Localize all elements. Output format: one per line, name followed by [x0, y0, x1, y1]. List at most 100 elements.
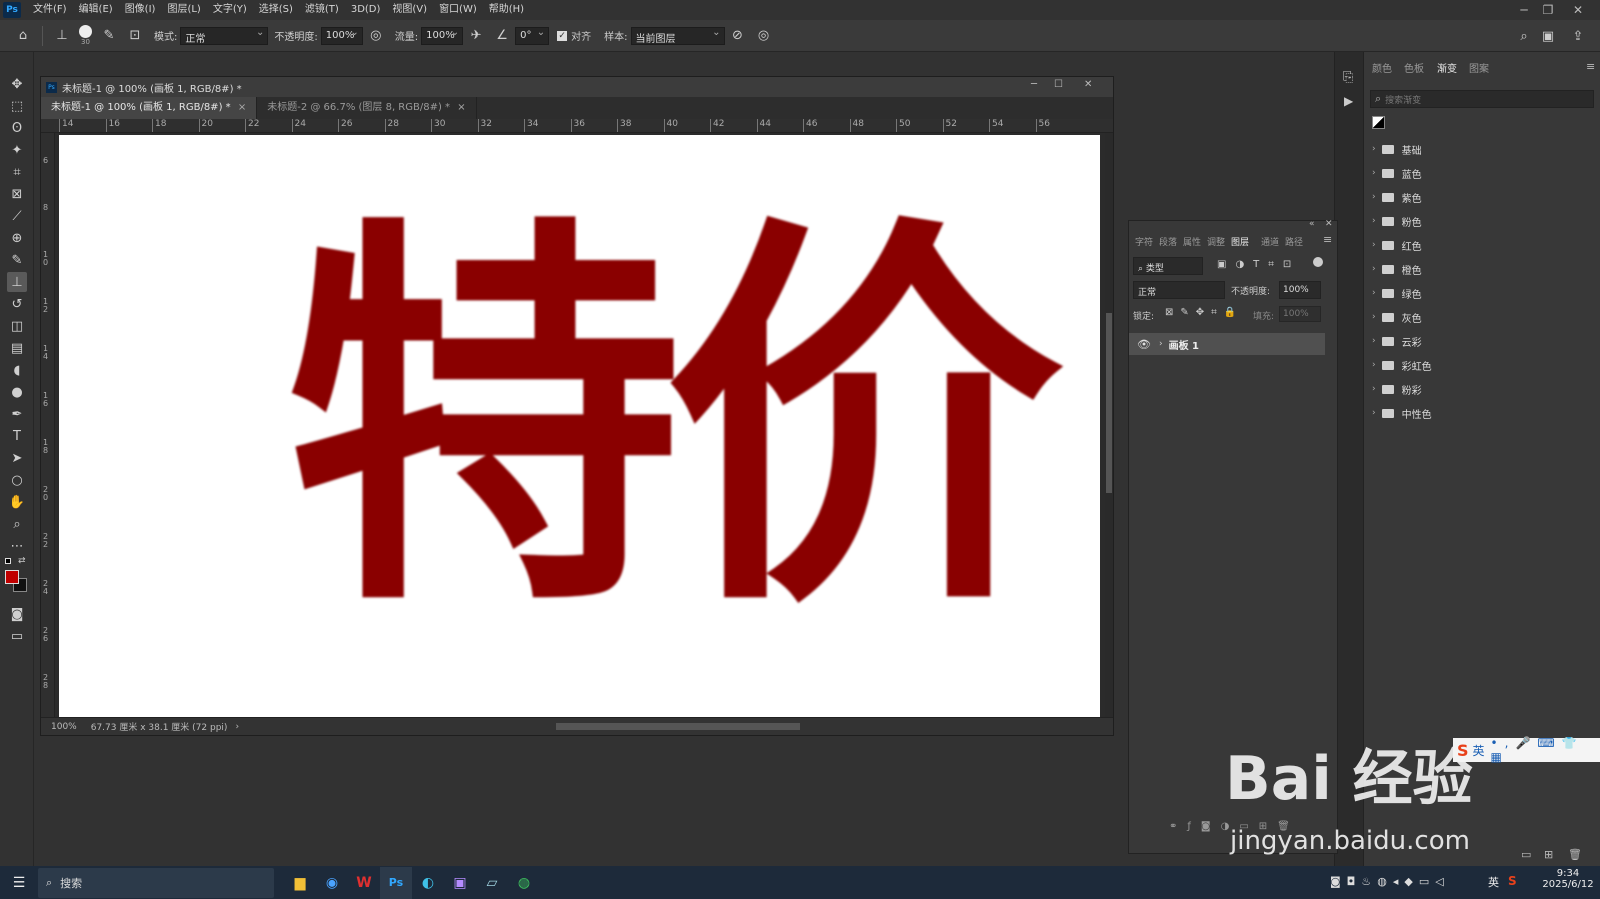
tab-paragraph[interactable]: 段落: [1159, 235, 1177, 248]
menu-filter[interactable]: 滤镜(T): [299, 0, 345, 20]
menu-type[interactable]: 文字(Y): [207, 0, 253, 20]
menu-help[interactable]: 帮助(H): [483, 0, 530, 20]
clock[interactable]: 9:34 2025/6/12: [1540, 868, 1596, 890]
tab-adjustments[interactable]: 调整: [1207, 235, 1225, 248]
brush-settings-icon[interactable]: ✎: [98, 25, 120, 47]
photoshop-taskbar-icon[interactable]: Ps: [380, 866, 412, 899]
gradient-folder[interactable]: › 中性色: [1372, 404, 1432, 422]
pressure-size-icon[interactable]: ◎: [753, 25, 775, 47]
dodge-tool-icon[interactable]: ●: [7, 382, 27, 402]
gradient-folder[interactable]: › 红色: [1372, 236, 1422, 254]
doc-minimize-icon[interactable]: ─: [1031, 79, 1037, 90]
menu-edit[interactable]: 编辑(E): [73, 0, 119, 20]
hand-tool-icon[interactable]: ✋: [7, 492, 27, 512]
history-icon[interactable]: ⎘: [1343, 70, 1353, 85]
gradient-folder[interactable]: › 云彩: [1372, 332, 1422, 350]
tab-properties[interactable]: 属性: [1183, 235, 1201, 248]
tab-channels[interactable]: 通道: [1261, 235, 1279, 248]
flow-input[interactable]: 100%: [421, 26, 464, 45]
media-app-icon[interactable]: ▣: [444, 867, 476, 899]
gradient-search[interactable]: ⌕ 搜索渐变: [1370, 90, 1594, 108]
clone-stamp-tool-icon[interactable]: ⊥: [7, 272, 27, 292]
wechat-icon[interactable]: ◍: [508, 867, 540, 899]
tab-patterns[interactable]: 图案: [1469, 60, 1489, 75]
share-icon[interactable]: ⇪: [1567, 25, 1589, 47]
panel-menu-icon[interactable]: ≡: [1586, 60, 1595, 73]
new-gradient-icon[interactable]: ⊞: [1544, 848, 1553, 861]
path-selection-icon[interactable]: ➤: [7, 448, 27, 468]
sample-select[interactable]: 当前图层: [630, 26, 725, 45]
visibility-eye-icon[interactable]: 👁: [1137, 338, 1151, 351]
layer-row[interactable]: 👁 › 画板 1: [1129, 333, 1325, 355]
gradient-folder[interactable]: › 灰色: [1372, 308, 1422, 326]
gradient-folder[interactable]: › 基础: [1372, 140, 1422, 158]
gradient-folder[interactable]: › 粉彩: [1372, 380, 1422, 398]
system-tray-icons[interactable]: ◙◘♨◍◂◆▭◁: [1330, 875, 1450, 888]
tab-layers[interactable]: 图层: [1231, 235, 1249, 248]
brush-tool-icon[interactable]: ✎: [7, 250, 27, 270]
menu-window[interactable]: 窗口(W): [433, 0, 483, 20]
eraser-tool-icon[interactable]: ◫: [7, 316, 27, 336]
quick-mask-icon[interactable]: ◙: [7, 604, 27, 624]
taskbar-lang[interactable]: 英: [1488, 874, 1499, 890]
delete-icon[interactable]: 🗑: [1568, 848, 1582, 861]
clone-source-icon[interactable]: ⊡: [124, 25, 146, 47]
wps-icon[interactable]: W: [348, 867, 380, 899]
zoom-tool-icon[interactable]: ⌕: [7, 514, 27, 534]
chevron-right-icon[interactable]: ›: [1159, 339, 1163, 349]
frame-tool-icon[interactable]: ⊠: [7, 184, 27, 204]
tab-swatches[interactable]: 色板: [1404, 60, 1424, 75]
notepad-icon[interactable]: ▱: [476, 867, 508, 899]
clone-stamp-preset-icon[interactable]: ⊥: [51, 25, 73, 47]
layer-filter-icons[interactable]: ▣◑T⌗⊡: [1217, 259, 1300, 270]
tab-document-1[interactable]: 未标题-1 @ 100% (画板 1, RGB/8#) * ×: [41, 97, 258, 119]
vertical-scroll-thumb[interactable]: [1106, 313, 1112, 493]
gradient-folder[interactable]: › 彩虹色: [1372, 356, 1432, 374]
home-icon[interactable]: ⌂: [12, 25, 34, 47]
canvas[interactable]: 特价: [59, 135, 1100, 721]
ignore-adjustment-icon[interactable]: ⊘: [727, 25, 749, 47]
blend-mode-select[interactable]: 正常: [1133, 281, 1225, 299]
panel-menu-icon[interactable]: ≡: [1323, 233, 1332, 246]
crop-tool-icon[interactable]: ⌗: [7, 162, 27, 182]
ime-tool-icons[interactable]: •,🎤⌨👕▦: [1491, 736, 1600, 764]
taskbar-search[interactable]: ⌕ 搜索: [38, 867, 274, 898]
menu-image[interactable]: 图像(I): [119, 0, 162, 20]
more-tools-icon[interactable]: ⋯: [7, 536, 27, 556]
start-menu-icon[interactable]: ☰: [0, 867, 38, 899]
gradient-folder[interactable]: › 粉色: [1372, 212, 1422, 230]
sogou-tray-icon[interactable]: S: [1508, 874, 1517, 888]
mode-select[interactable]: 正常: [180, 26, 269, 45]
tab-paths[interactable]: 路径: [1285, 235, 1303, 248]
menu-view[interactable]: 视图(V): [386, 0, 433, 20]
ellipse-tool-icon[interactable]: ○: [7, 470, 27, 490]
move-tool-icon[interactable]: ✥: [7, 74, 27, 94]
screen-mode-icon[interactable]: ▭: [7, 626, 27, 646]
gradient-tool-icon[interactable]: ▤: [7, 338, 27, 358]
filter-toggle-icon[interactable]: [1313, 257, 1323, 267]
blur-tool-icon[interactable]: ◖: [7, 360, 27, 380]
horizontal-scroll-thumb[interactable]: [556, 723, 800, 730]
swap-colors-icon[interactable]: ⇄: [18, 556, 26, 566]
type-tool-icon[interactable]: T: [7, 426, 27, 446]
tab-close-icon[interactable]: ×: [238, 102, 246, 113]
file-explorer-icon[interactable]: ▆: [284, 867, 316, 899]
restore-icon[interactable]: ❐: [1536, 0, 1560, 20]
minimize-icon[interactable]: ─: [1512, 0, 1536, 20]
layer-opacity-input[interactable]: 100%: [1279, 281, 1321, 299]
opacity-input[interactable]: 100%: [320, 26, 363, 45]
collapse-panel-icon[interactable]: «: [1309, 219, 1315, 229]
fill-input[interactable]: 100%: [1279, 306, 1321, 322]
status-zoom[interactable]: 100%: [51, 722, 77, 732]
lock-icons[interactable]: ⊠✎✥⌗🔒: [1165, 307, 1243, 318]
foreground-color-swatch[interactable]: [5, 570, 19, 584]
ime-toolbar[interactable]: S 英 •,🎤⌨👕▦: [1453, 736, 1600, 764]
airbrush-icon[interactable]: ✈: [465, 25, 487, 47]
angle-input[interactable]: 0°: [515, 26, 550, 45]
healing-brush-icon[interactable]: ⊕: [7, 228, 27, 248]
tab-document-2[interactable]: 未标题-2 @ 66.7% (图层 8, RGB/8#) * ×: [257, 97, 477, 119]
marquee-tool-icon[interactable]: ⬚: [7, 96, 27, 116]
default-colors-icon[interactable]: [5, 558, 11, 564]
new-group-icon[interactable]: ▭: [1521, 848, 1531, 861]
layer-name[interactable]: 画板 1: [1169, 337, 1199, 352]
